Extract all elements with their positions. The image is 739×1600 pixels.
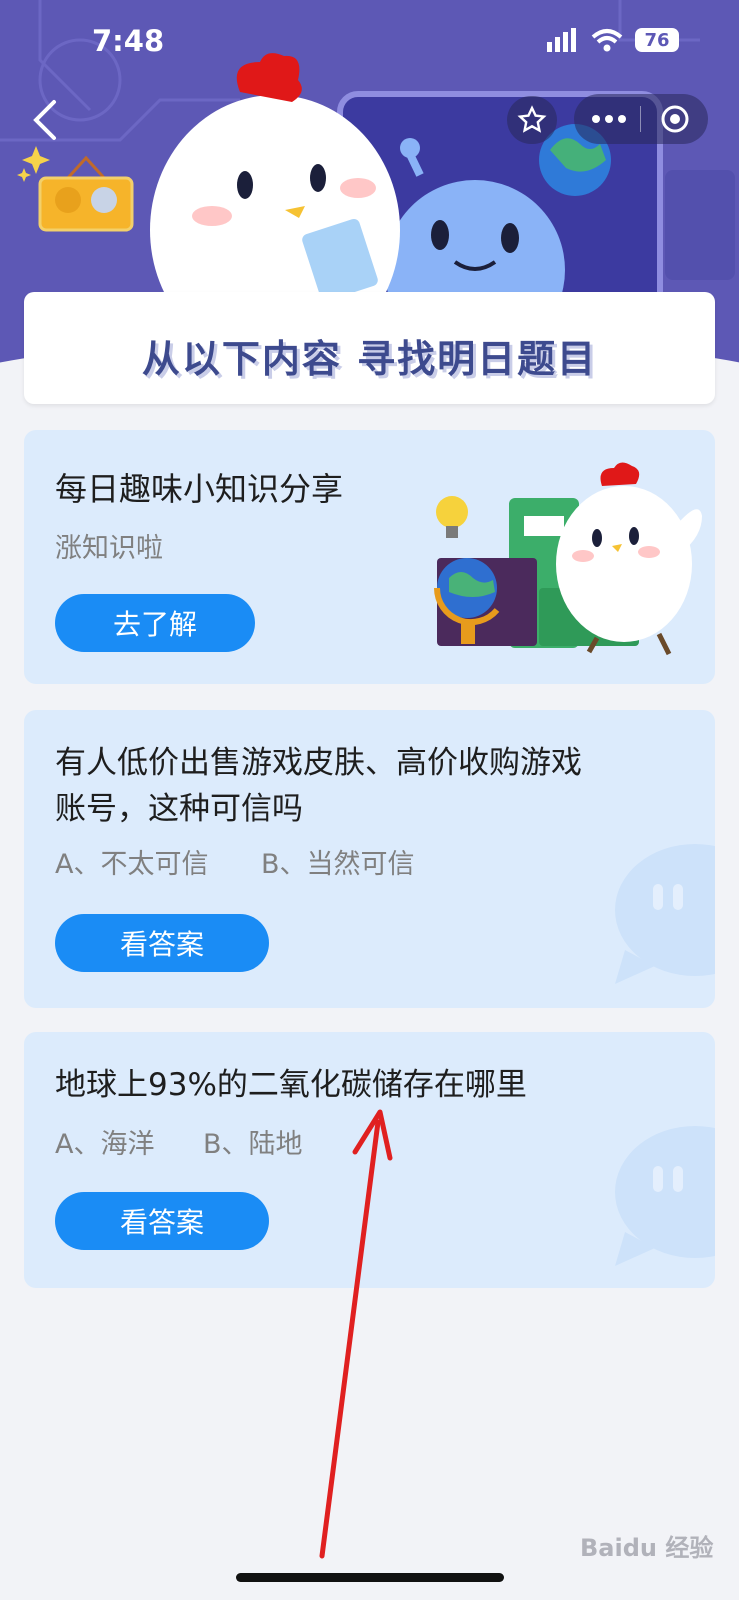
more-button[interactable] <box>578 96 640 142</box>
chat-bubble-icon <box>615 1126 715 1266</box>
status-icons: 76 <box>547 28 679 52</box>
question-text-line2: 账号，这种可信吗 <box>55 791 303 827</box>
chat-bubble-icon <box>615 844 715 984</box>
home-indicator[interactable] <box>236 1573 504 1582</box>
option-b: B、当然可信 <box>261 849 415 880</box>
favorite-button[interactable] <box>507 96 557 144</box>
question-text: 地球上93%的二氧化碳储存在哪里 <box>55 1067 527 1103</box>
option-b: B、陆地 <box>203 1129 303 1160</box>
star-icon <box>517 105 547 133</box>
close-miniprogram-button[interactable] <box>644 96 706 142</box>
view-answer-button[interactable]: 看答案 <box>55 1192 269 1250</box>
chick-books-illustration <box>433 462 702 656</box>
capsule-divider <box>640 106 641 132</box>
learn-more-button[interactable]: 去了解 <box>55 594 255 652</box>
card-subtitle: 涨知识啦 <box>55 533 163 564</box>
status-time: 7:48 <box>92 24 165 58</box>
more-dots-icon <box>592 115 626 123</box>
battery-indicator: 76 <box>635 28 679 52</box>
card-title: 每日趣味小知识分享 <box>55 470 344 508</box>
wifi-icon <box>591 29 623 52</box>
banner-title: 从以下内容 寻找明日题目 <box>141 337 598 381</box>
chevron-left-icon <box>33 100 56 140</box>
option-a: A、不太可信 <box>55 849 209 880</box>
baidu-watermark: Baidu 经验 <box>580 1534 714 1562</box>
question-card: 有人低价出售游戏皮肤、高价收购游戏 账号，这种可信吗 A、不太可信 B、当然可信… <box>24 710 715 1008</box>
knowledge-card: 每日趣味小知识分享 涨知识啦 去了解 <box>24 430 715 684</box>
question-card: 地球上93%的二氧化碳储存在哪里 A、海洋 B、陆地 看答案 <box>24 1032 715 1288</box>
view-answer-button[interactable]: 看答案 <box>55 914 269 972</box>
question-text-line1: 有人低价出售游戏皮肤、高价收购游戏 <box>55 745 582 781</box>
target-icon <box>661 105 689 133</box>
back-button[interactable] <box>26 98 66 142</box>
option-a: A、海洋 <box>55 1129 155 1160</box>
signal-icon <box>547 28 576 52</box>
